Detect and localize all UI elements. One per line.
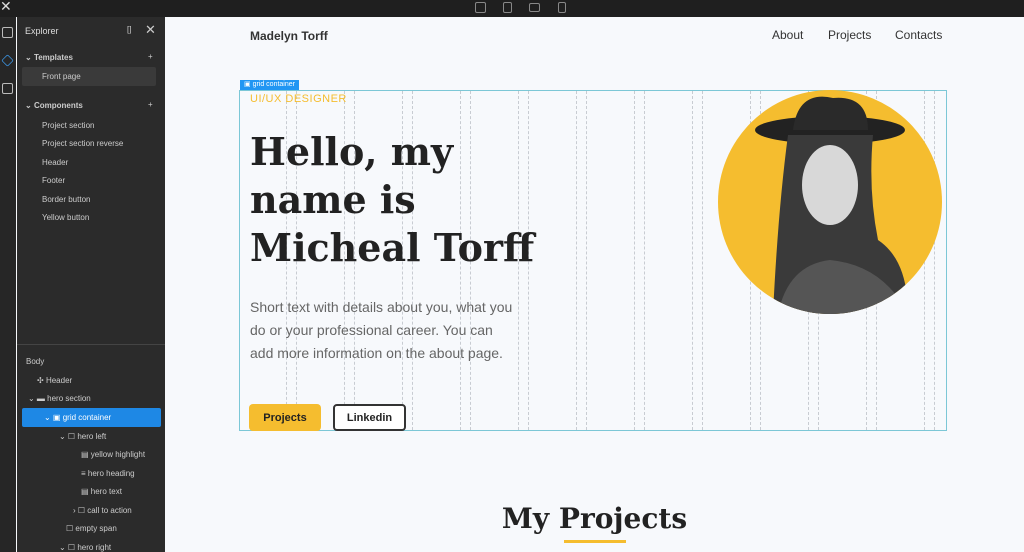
site-brand[interactable]: Madelyn Torff bbox=[250, 29, 328, 43]
nav-about[interactable]: About bbox=[772, 28, 803, 42]
hero-text: Short text with details about you, what … bbox=[250, 299, 513, 361]
divider bbox=[17, 344, 165, 345]
left-rail bbox=[0, 17, 16, 552]
tree-item-yellow-highlight[interactable]: ▤ yellow highlight bbox=[81, 450, 145, 459]
components-label: Components bbox=[33, 101, 83, 110]
grid-column-guide bbox=[702, 91, 703, 430]
desktop-icon[interactable] bbox=[475, 2, 486, 13]
tree-item-hero-section[interactable]: ⌄ ▬ hero section bbox=[28, 394, 91, 403]
templates-header[interactable]: ⌄ Templates bbox=[25, 53, 73, 62]
yellow-highlight: UI/UX DESIGNER bbox=[250, 93, 347, 105]
grid-column-guide bbox=[586, 91, 587, 430]
add-template-icon[interactable]: + bbox=[148, 52, 153, 61]
grid-column-guide bbox=[692, 91, 693, 430]
explorer-panel: Explorer [] ✕ ⌄ Templates + Front page ⌄… bbox=[17, 17, 165, 552]
tree-item-hero-heading[interactable]: ≡ hero heading bbox=[81, 469, 135, 478]
explorer-title: Explorer bbox=[25, 26, 59, 36]
tree-label: yellow highlight bbox=[90, 450, 146, 459]
hero-heading: Hello, my name is Micheal Torff bbox=[250, 129, 535, 270]
grid-column-guide bbox=[644, 91, 645, 430]
selection-tag-label: grid container bbox=[252, 81, 295, 88]
template-item-front-page[interactable]: Front page bbox=[22, 67, 156, 86]
grid-column-guide bbox=[634, 91, 635, 430]
grid-column-guide bbox=[934, 91, 935, 430]
tablet-icon[interactable] bbox=[503, 2, 512, 13]
add-icon[interactable] bbox=[2, 27, 13, 38]
component-item[interactable]: Footer bbox=[42, 176, 65, 185]
portrait-image bbox=[755, 96, 908, 314]
close-icon[interactable]: ✕ bbox=[145, 22, 156, 38]
section-underline bbox=[564, 540, 626, 543]
tree-label: hero right bbox=[77, 543, 112, 552]
tree-label: hero left bbox=[77, 432, 107, 441]
tree-label: grid container bbox=[62, 413, 112, 422]
section-title: My Projects bbox=[501, 502, 688, 535]
component-item[interactable]: Project section reverse bbox=[42, 139, 123, 148]
tree-item-hero-right[interactable]: ⌄ ☐ hero right bbox=[59, 543, 111, 552]
templates-label: Templates bbox=[33, 53, 73, 62]
tree-label: hero section bbox=[47, 394, 91, 403]
tablet-landscape-icon[interactable] bbox=[529, 3, 540, 12]
top-toolbar: ✕ bbox=[0, 0, 1024, 17]
component-item[interactable]: Header bbox=[42, 158, 68, 167]
nav-contacts[interactable]: Contacts bbox=[895, 28, 942, 42]
linkedin-button[interactable]: Linkedin bbox=[333, 404, 406, 431]
tree-item-hero-left[interactable]: ⌄ ☐ hero left bbox=[59, 432, 106, 441]
components-header[interactable]: ⌄ Components bbox=[25, 101, 83, 110]
grid-column-guide bbox=[576, 91, 577, 430]
layers-icon[interactable] bbox=[1, 54, 14, 67]
mobile-icon[interactable] bbox=[558, 2, 566, 13]
selection-tag: ▣ grid container bbox=[240, 80, 299, 90]
image-icon[interactable] bbox=[2, 83, 13, 94]
hero-portrait bbox=[718, 90, 942, 314]
tree-item-hero-text[interactable]: ▤ hero text bbox=[81, 487, 122, 496]
tree-label: Header bbox=[45, 376, 73, 385]
template-label: Front page bbox=[42, 72, 81, 81]
tree-label: hero heading bbox=[87, 469, 135, 478]
tree-label: hero text bbox=[90, 487, 122, 496]
app-logo-icon: ✕ bbox=[0, 0, 12, 14]
component-item[interactable]: Project section bbox=[42, 121, 94, 130]
component-item[interactable]: Yellow button bbox=[42, 213, 89, 222]
tree-item-grid-container[interactable]: ⌄ ▣ grid container bbox=[22, 408, 161, 427]
component-item[interactable]: Border button bbox=[42, 195, 90, 204]
tree-item-header[interactable]: ✣ Header bbox=[37, 376, 72, 385]
tree-item-body[interactable]: Body bbox=[26, 357, 44, 366]
expand-icon[interactable]: [] bbox=[127, 25, 131, 34]
projects-button[interactable]: Projects bbox=[249, 404, 321, 431]
nav-projects[interactable]: Projects bbox=[828, 28, 871, 42]
add-component-icon[interactable]: + bbox=[148, 100, 153, 109]
